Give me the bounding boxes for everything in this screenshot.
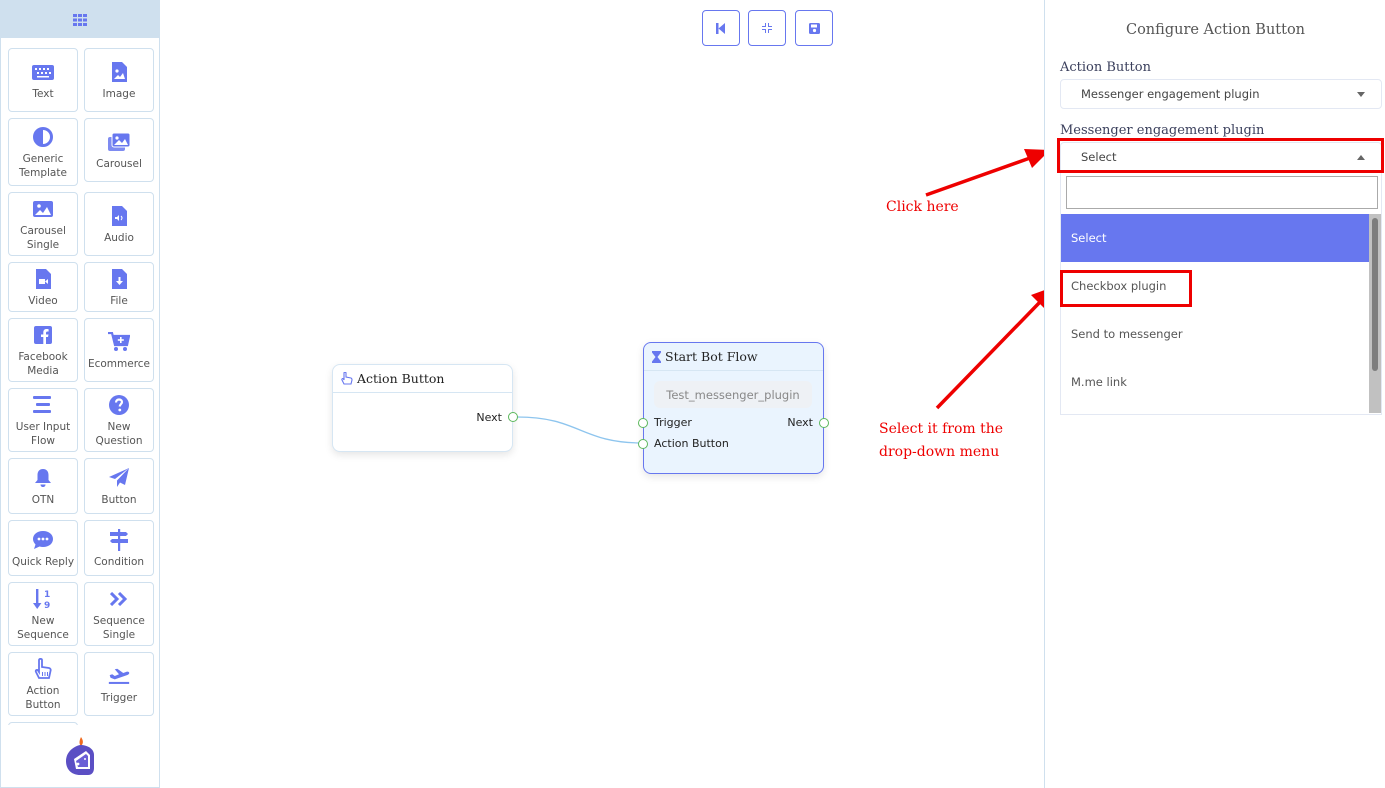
action-button-select-value: Messenger engagement plugin (1081, 87, 1260, 101)
hand-pointer-icon (341, 372, 353, 385)
hourglass-icon (652, 350, 661, 363)
select-annotation-line2: drop-down menu (879, 444, 1000, 460)
action-button-select[interactable]: Messenger engagement plugin (1060, 79, 1382, 109)
panel-title: Configure Action Button (1125, 22, 1306, 38)
node-header: Action Button (333, 365, 512, 393)
node-title: Start Bot Flow (665, 349, 758, 364)
scrollbar-thumb[interactable] (1372, 218, 1378, 371)
start-bot-flow-node[interactable]: Start Bot Flow Test_messenger_plugin Tri… (638, 342, 829, 474)
select-annotation-line1: Select it from the (879, 421, 1004, 437)
caret-down-icon (1357, 92, 1365, 97)
trigger-label: Trigger (654, 416, 692, 429)
flow-name-field: Test_messenger_plugin (654, 381, 812, 408)
next-output-port[interactable] (819, 418, 829, 428)
dropdown-option[interactable]: Send to messenger (1061, 310, 1369, 358)
action-button-input-port[interactable] (638, 439, 648, 449)
bot-flow-builder: Text Image Generic Template Carousel Carouse… (0, 0, 1385, 788)
plugin-field-label: Messenger engagement plugin (1060, 123, 1265, 138)
next-label: Next (787, 416, 813, 429)
configure-panel: Configure Action Button Action Button Me… (1044, 0, 1385, 788)
node-title: Action Button (357, 371, 445, 386)
output-port[interactable] (508, 412, 518, 422)
click-here-annotation: Click here (886, 199, 959, 215)
plugin-select-highlight (1057, 138, 1384, 173)
dropdown-option[interactable]: M.me link (1061, 358, 1369, 406)
connector-layer (516, 416, 644, 444)
action-button-label: Action Button (654, 437, 729, 450)
node-header: Start Bot Flow (644, 343, 823, 371)
output-label: Next (476, 411, 502, 424)
trigger-input-port[interactable] (638, 418, 648, 428)
dropdown-search-input[interactable] (1066, 176, 1378, 209)
action-button-node[interactable]: Action Button Next (332, 364, 518, 452)
dropdown-options: Select Checkbox plugin Send to messenger M.… (1061, 214, 1369, 414)
action-button-field-label: Action Button (1060, 60, 1151, 75)
dropdown-scrollbar[interactable] (1369, 214, 1381, 413)
dropdown-option[interactable]: Select (1061, 214, 1369, 262)
checkbox-plugin-highlight (1060, 270, 1192, 307)
connector-line[interactable] (516, 416, 644, 444)
